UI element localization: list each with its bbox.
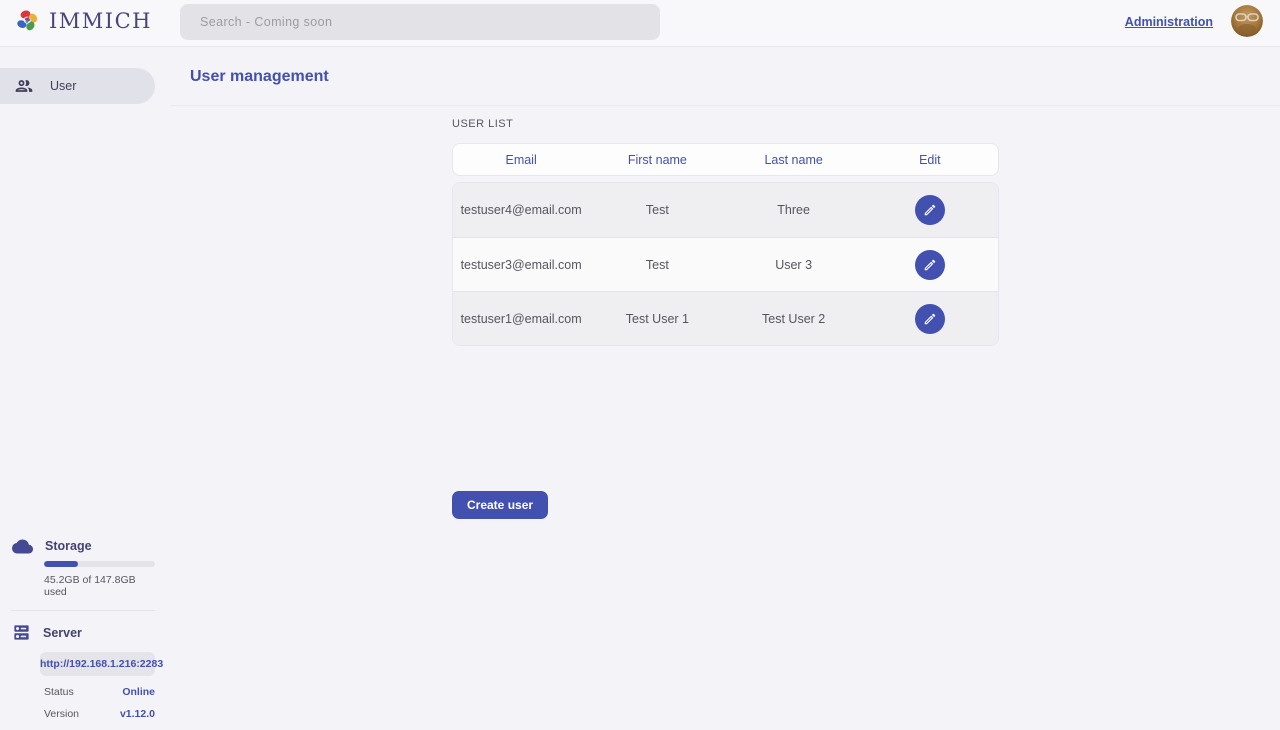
- status-value: Online: [122, 686, 155, 698]
- edit-user-button[interactable]: [915, 304, 945, 334]
- storage-progress-fill: [44, 561, 78, 567]
- column-header-last-name: Last name: [726, 153, 862, 167]
- user-table-body: testuser4@email.com Test Three: [452, 182, 999, 346]
- cell-first-name: Test User 1: [589, 312, 725, 326]
- sidebar-item-user[interactable]: User: [0, 68, 155, 104]
- sidebar: User Storage 45.2GB of 147.8GB used: [0, 48, 170, 730]
- user-avatar[interactable]: [1231, 5, 1263, 37]
- cell-last-name: Three: [726, 203, 862, 217]
- version-value: v1.12.0: [120, 708, 155, 720]
- server-section-header: Server: [0, 623, 170, 642]
- pencil-icon: [923, 203, 937, 217]
- storage-usage-text: 45.2GB of 147.8GB used: [44, 574, 155, 598]
- server-status-row: Status Online: [44, 686, 155, 698]
- cloud-icon: [12, 538, 33, 554]
- cell-email: testuser3@email.com: [453, 258, 589, 272]
- user-row: testuser3@email.com Test User 3: [453, 237, 998, 291]
- create-user-button[interactable]: Create user: [452, 491, 548, 519]
- administration-link[interactable]: Administration: [1125, 15, 1213, 29]
- immich-flower-icon: [14, 7, 41, 34]
- column-header-edit: Edit: [862, 153, 998, 167]
- user-list-label: USER LIST: [452, 118, 999, 130]
- storage-section-header: Storage: [0, 538, 170, 554]
- top-navigation-bar: IMMICH Administration: [0, 0, 1280, 47]
- edit-user-button[interactable]: [915, 195, 945, 225]
- column-header-first-name: First name: [589, 153, 725, 167]
- cell-email: testuser4@email.com: [453, 203, 589, 217]
- cell-last-name: Test User 2: [726, 312, 862, 326]
- search-input[interactable]: [180, 4, 660, 40]
- group-icon: [14, 76, 34, 96]
- sidebar-divider: [11, 610, 155, 611]
- server-icon: [12, 623, 31, 642]
- user-list-section: USER LIST Email First name Last name Edi…: [452, 118, 999, 346]
- server-version-row: Version v1.12.0: [44, 708, 155, 720]
- immich-logo[interactable]: IMMICH: [14, 7, 152, 34]
- sidebar-status-panel: Storage 45.2GB of 147.8GB used Server ht…: [0, 538, 170, 720]
- status-label: Status: [44, 686, 74, 698]
- column-header-email: Email: [453, 153, 589, 167]
- main-content: User management USER LIST Email First na…: [170, 48, 1280, 730]
- cell-last-name: User 3: [726, 258, 862, 272]
- server-url-chip: http://192.168.1.216:2283: [40, 652, 155, 676]
- page-title: User management: [190, 68, 329, 86]
- pencil-icon: [923, 312, 937, 326]
- server-label: Server: [43, 626, 82, 640]
- cell-first-name: Test: [589, 203, 725, 217]
- version-label: Version: [44, 708, 79, 720]
- user-table-header: Email First name Last name Edit: [452, 143, 999, 176]
- app-title: IMMICH: [49, 9, 152, 33]
- edit-user-button[interactable]: [915, 250, 945, 280]
- user-row: testuser4@email.com Test Three: [453, 183, 998, 237]
- pencil-icon: [923, 258, 937, 272]
- user-row: testuser1@email.com Test User 1 Test Use…: [453, 291, 998, 345]
- sidebar-item-label: User: [50, 79, 76, 93]
- storage-label: Storage: [45, 539, 92, 553]
- storage-progress-bar: [44, 561, 155, 567]
- cell-first-name: Test: [589, 258, 725, 272]
- page-header: User management: [170, 48, 1280, 106]
- cell-email: testuser1@email.com: [453, 312, 589, 326]
